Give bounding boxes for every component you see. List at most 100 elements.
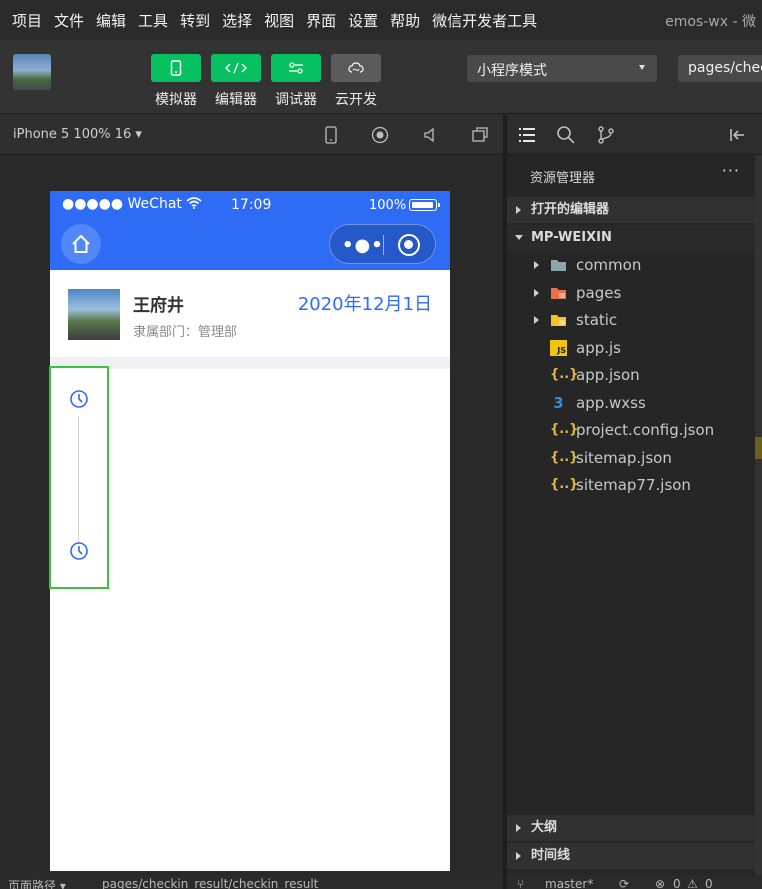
chevron-right-icon <box>534 289 539 297</box>
folder-icon <box>551 288 566 299</box>
menu-capsule: •●• <box>329 224 436 264</box>
phone-nav-bar: •●• <box>50 219 450 270</box>
checkin-timeline <box>49 366 109 589</box>
wifi-icon <box>186 197 202 209</box>
record-icon[interactable] <box>370 125 390 145</box>
tree-item-project-config[interactable]: {..} project.config.json <box>507 417 755 444</box>
device-rotate-icon[interactable] <box>321 125 341 145</box>
page-select-value: pages/checkin_result/checkin_result <box>688 60 762 76</box>
tree-item-common[interactable]: common <box>507 252 755 279</box>
tree-item-app-js[interactable]: JS app.js <box>507 335 755 362</box>
menu-item-goto[interactable]: 转到 <box>180 10 210 31</box>
tree-item-label: pages <box>576 284 622 302</box>
tree-item-app-json[interactable]: {..} app.json <box>507 362 755 389</box>
battery-percent: 100% <box>369 198 407 213</box>
timeline-section[interactable]: 时间线 <box>507 843 755 869</box>
debug-icon <box>289 62 303 74</box>
tree-item-static[interactable]: static <box>507 307 755 334</box>
git-branch[interactable]: master* <box>545 877 593 889</box>
menu-item-help[interactable]: 帮助 <box>390 10 420 31</box>
carrier-label: ●●●●● WeChat <box>62 196 202 212</box>
git-status-bar: ⑂ master* ⟳ ⊗ 0 ⚠ 0 <box>507 875 762 889</box>
menu-item-project[interactable]: 项目 <box>12 10 42 31</box>
open-editors-section[interactable]: 打开的编辑器 <box>507 197 755 223</box>
outline-section[interactable]: 大纲 <box>507 815 755 841</box>
checkin-date: 2020年12月1日 <box>297 294 432 315</box>
code-icon <box>225 62 247 74</box>
window-title: emos-wx - 微 <box>665 14 756 30</box>
user-name: 王府井 <box>133 296 184 316</box>
error-count[interactable]: 0 <box>673 877 681 889</box>
json-file-icon: {..} <box>550 422 579 437</box>
git-branch-icon: ⑂ <box>517 877 525 889</box>
device-select[interactable]: iPhone 5 100% 16 ▾ <box>13 127 142 142</box>
explorer-title: 资源管理器 <box>530 171 596 186</box>
volume-icon[interactable] <box>420 125 440 145</box>
chevron-right-icon <box>534 316 539 324</box>
menu-item-view[interactable]: 视图 <box>264 10 294 31</box>
menu-item-file[interactable]: 文件 <box>54 10 84 31</box>
menu-item-devtools[interactable]: 微信开发者工具 <box>432 10 537 31</box>
menu-item-select[interactable]: 选择 <box>222 10 252 31</box>
error-icon: ⊗ <box>655 877 666 889</box>
clock-icon <box>70 542 88 560</box>
menu-item-settings[interactable]: 设置 <box>348 10 378 31</box>
side-activity-bar <box>507 115 762 155</box>
cloud-icon <box>348 62 364 73</box>
editor-button[interactable] <box>211 54 261 82</box>
simulator-status-bar: 页面路径 ▾ pages/checkin_result/checkin_resu… <box>0 875 503 889</box>
source-control-icon[interactable] <box>596 125 616 145</box>
tree-item-sitemap77[interactable]: {..} sitemap77.json <box>507 472 755 499</box>
chevron-right-icon <box>516 206 521 214</box>
chevron-right-icon <box>516 824 521 832</box>
tree-item-label: app.js <box>576 339 621 357</box>
simulator-label: 模拟器 <box>155 92 197 108</box>
phone-icon <box>170 60 182 76</box>
warning-count[interactable]: 0 <box>705 877 713 889</box>
tree-item-label: project.config.json <box>576 421 715 439</box>
user-department: 隶属部门：管理部 <box>133 325 238 340</box>
tree-item-pages[interactable]: pages <box>507 280 755 307</box>
menu-item-interface[interactable]: 界面 <box>306 10 336 31</box>
page-path-dropdown[interactable]: 页面路径 ▾ <box>8 877 66 889</box>
cloud-label: 云开发 <box>335 92 377 108</box>
tree-item-sitemap[interactable]: {..} sitemap.json <box>507 445 755 472</box>
user-info-row: 王府井 隶属部门：管理部 2020年12月1日 <box>50 270 450 357</box>
menu-item-edit[interactable]: 编辑 <box>96 10 126 31</box>
project-section[interactable]: MP-WEIXIN <box>507 225 755 251</box>
page-path: pages/checkin_result/checkin_result <box>102 877 319 889</box>
files-icon[interactable] <box>517 125 537 145</box>
page-select[interactable]: pages/checkin_result/checkin_result <box>678 55 762 82</box>
css-file-icon: 3 <box>553 394 564 412</box>
section-divider <box>50 357 450 369</box>
search-icon[interactable] <box>556 125 576 145</box>
debugger-button[interactable] <box>271 54 321 82</box>
cloud-button[interactable] <box>331 54 381 82</box>
outline-label: 大纲 <box>531 820 558 835</box>
json-file-icon: {..} <box>550 477 579 492</box>
timeline-label: 时间线 <box>531 848 571 863</box>
tree-item-label: app.wxss <box>576 394 646 412</box>
js-file-icon: JS <box>550 340 567 356</box>
mode-select[interactable]: 小程序模式 <box>467 55 657 82</box>
menu-item-tools[interactable]: 工具 <box>138 10 168 31</box>
status-time: 17:09 <box>231 197 272 213</box>
mode-select-value: 小程序模式 <box>477 63 547 79</box>
user-avatar[interactable] <box>13 54 51 90</box>
collapse-panel-icon[interactable] <box>727 125 747 145</box>
home-button[interactable] <box>61 224 101 264</box>
home-icon <box>72 234 90 253</box>
folder-icon <box>551 260 566 271</box>
explorer-panel: 资源管理器 ··· 打开的编辑器 MP-WEIXIN common pages … <box>507 155 762 889</box>
multi-window-icon[interactable] <box>470 125 490 145</box>
tree-item-label: sitemap77.json <box>576 476 691 494</box>
close-miniprogram-icon[interactable] <box>398 234 420 256</box>
more-actions-icon[interactable]: ··· <box>722 161 740 180</box>
folder-icon <box>551 315 566 326</box>
tree-item-app-wxss[interactable]: 3 app.wxss <box>507 390 755 417</box>
sync-icon[interactable]: ⟳ <box>619 877 629 889</box>
tree-item-label: app.json <box>576 366 640 384</box>
simulator-button[interactable] <box>151 54 201 82</box>
tree-item-label: common <box>576 256 642 274</box>
more-icon[interactable]: •●• <box>342 235 384 256</box>
